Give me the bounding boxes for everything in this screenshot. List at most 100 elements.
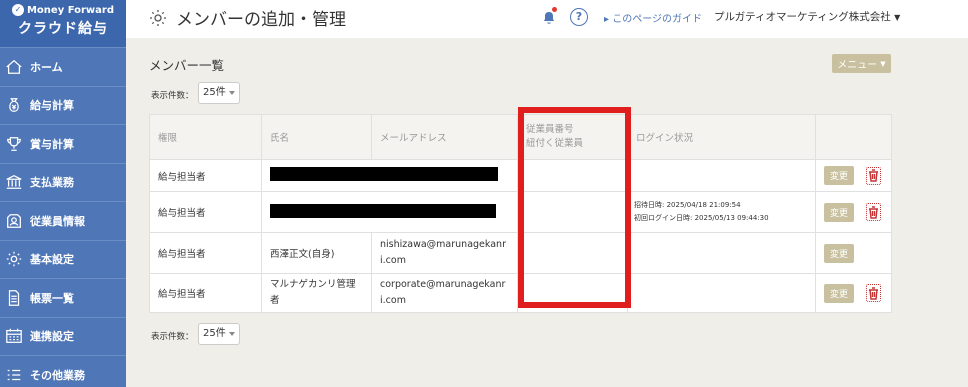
column-header — [815, 114, 892, 160]
employee-icon — [4, 211, 24, 231]
column-header: 権限 — [149, 114, 262, 160]
money-bag-icon — [4, 95, 24, 115]
member-table: 権限 氏名 メールアドレス 従業員番号 紐付く従業員 ログイン状況 給与担当者 … — [149, 114, 892, 313]
menu-button-label: メニュー — [837, 60, 878, 71]
sidebar-item-label: 帳票一覧 — [30, 291, 74, 305]
notification-dot — [552, 7, 557, 12]
page-size-label-bottom: 表示件数： — [151, 332, 194, 342]
employee-cell — [517, 232, 628, 274]
brand-logo[interactable]: ✓ Money Forward クラウド給与 — [0, 0, 126, 48]
money-forward-logo-icon: ✓ — [11, 4, 24, 16]
sidebar-item-label: 支払業務 — [30, 176, 74, 190]
document-icon — [4, 288, 24, 308]
redacted-block — [270, 203, 496, 218]
role-cell: 給与担当者 — [149, 273, 262, 313]
invite-datetime: 招待日時: 2025/04/18 21:09:54 — [634, 201, 741, 209]
page-size-select-bottom[interactable]: 25件 — [198, 323, 240, 345]
email-cell: nishizawa@marunagekanri.com — [371, 232, 518, 274]
chevron-down-icon — [229, 91, 235, 95]
section-title: メンバー一覧 — [149, 58, 225, 73]
role-cell: 給与担当者 — [149, 191, 262, 233]
page-size-value: 25件 — [203, 328, 226, 339]
column-header: メールアドレス — [371, 114, 518, 160]
list-icon — [4, 365, 24, 385]
sidebar-item-label: 賞与計算 — [30, 137, 74, 151]
trophy-icon — [4, 134, 24, 154]
sidebar-item-label: ホーム — [30, 60, 63, 74]
edit-button[interactable]: 変更 — [824, 283, 854, 303]
role-cell: 給与担当者 — [149, 159, 262, 192]
sidebar: ✓ Money Forward クラウド給与 ホーム 給与計算 賞与計算 支払業務… — [0, 0, 126, 387]
actions-cell: 変更 — [815, 232, 892, 274]
brand-top-text: Money Forward — [26, 4, 115, 16]
sidebar-item-label: 連携設定 — [30, 330, 74, 344]
sidebar-item-employees[interactable]: 従業員情報 — [0, 202, 126, 241]
chevron-down-icon: ▼ — [894, 13, 901, 22]
page-size-label: 表示件数： — [151, 91, 194, 101]
sidebar-item-reports[interactable]: 帳票一覧 — [0, 279, 126, 318]
sidebar-item-payments[interactable]: 支払業務 — [0, 164, 126, 202]
table-row: 給与担当者 招待日時: 2025/04/18 21:09:54 初回ログイン日時… — [149, 191, 892, 233]
page-title: メンバーの追加・管理 — [148, 5, 346, 30]
edit-button[interactable]: 変更 — [824, 166, 854, 185]
sidebar-item-label: 基本設定 — [30, 253, 74, 267]
name-email-cell — [261, 191, 518, 233]
help-icon[interactable]: ? — [570, 8, 588, 26]
sidebar-item-label: 給与計算 — [30, 99, 74, 113]
login-status-cell — [627, 273, 816, 313]
company-switcher[interactable]: プルガティオマーケティング株式会社 ▼ — [714, 9, 900, 24]
gear-icon — [150, 9, 166, 26]
role-cell: 給与担当者 — [149, 232, 262, 274]
table-row: 給与担当者 西澤正文(自身) nishizawa@marunagekanri.c… — [149, 232, 892, 274]
name-email-cell — [261, 159, 518, 192]
bank-icon — [4, 172, 24, 192]
name-cell: 西澤正文(自身) — [261, 232, 372, 274]
table-row: 給与担当者 マルナゲカンリ管理者 corporate@marunagekanri… — [149, 273, 892, 313]
page-guide-label: このページのガイド — [612, 14, 703, 25]
login-status-cell — [627, 232, 816, 274]
column-header: 従業員番号 紐付く従業員 — [517, 114, 628, 160]
page-size-select[interactable]: 25件 — [198, 82, 240, 104]
table-row: 給与担当者 変更 — [149, 159, 892, 192]
sidebar-item-label: その他業務 — [30, 368, 85, 382]
sidebar-item-other[interactable]: その他業務 — [0, 356, 126, 387]
page-size-value: 25件 — [203, 87, 226, 98]
chevron-down-icon — [229, 332, 235, 336]
page-guide-link[interactable]: ▸ このページのガイド — [604, 10, 702, 25]
gear-icon — [4, 249, 24, 269]
sidebar-item-home[interactable]: ホーム — [0, 48, 126, 87]
trash-icon[interactable] — [866, 284, 881, 302]
employee-cell — [517, 159, 628, 192]
first-login-datetime: 初回ログイン日時: 2025/05/13 09:44:30 — [634, 214, 769, 222]
column-header: ログイン状況 — [627, 114, 816, 160]
sidebar-item-payroll[interactable]: 給与計算 — [0, 87, 126, 125]
login-status-cell: 招待日時: 2025/04/18 21:09:54 初回ログイン日時: 2025… — [627, 191, 816, 233]
brand-main-text: クラウド給与 — [18, 21, 108, 37]
edit-button[interactable]: 変更 — [824, 243, 854, 263]
trash-icon[interactable] — [866, 203, 881, 221]
trash-icon[interactable] — [866, 166, 881, 185]
actions-cell: 変更 — [815, 191, 892, 233]
calendar-grid-icon — [4, 326, 24, 346]
company-name: プルガティオマーケティング株式会社 — [714, 11, 891, 23]
chevron-down-icon: ▼ — [880, 59, 886, 68]
sidebar-item-settings[interactable]: 基本設定 — [0, 241, 126, 279]
sidebar-item-integrations[interactable]: 連携設定 — [0, 318, 126, 356]
email-cell: corporate@marunagekanri.com — [371, 273, 518, 313]
sidebar-item-bonus[interactable]: 賞与計算 — [0, 125, 126, 164]
home-icon — [4, 57, 24, 77]
employee-cell — [517, 191, 628, 233]
actions-cell: 変更 — [815, 273, 892, 313]
actions-cell: 変更 — [815, 159, 892, 192]
employee-cell — [517, 273, 628, 313]
column-header: 氏名 — [261, 114, 372, 160]
top-header: メンバーの追加・管理 ? ▸ このページのガイド プルガティオマーケティング株式… — [126, 0, 968, 38]
menu-button[interactable]: メニュー ▼ — [832, 54, 891, 73]
sidebar-item-label: 従業員情報 — [30, 214, 85, 228]
edit-button[interactable]: 変更 — [824, 202, 854, 222]
login-status-cell — [627, 159, 816, 192]
page-title-text: メンバーの追加・管理 — [176, 10, 346, 30]
table-header-row: 権限 氏名 メールアドレス 従業員番号 紐付く従業員 ログイン状況 — [149, 114, 892, 160]
redacted-block — [270, 167, 498, 181]
name-cell: マルナゲカンリ管理者 — [261, 273, 372, 313]
